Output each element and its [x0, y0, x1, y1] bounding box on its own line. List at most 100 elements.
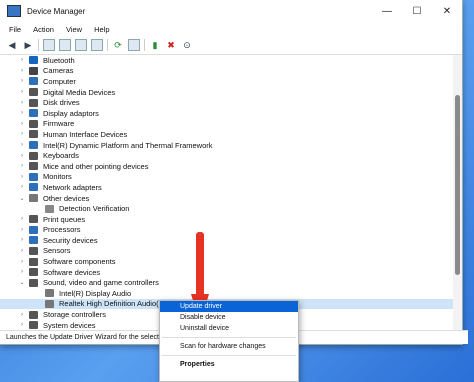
device-category[interactable]: › Processors [0, 225, 453, 236]
menu-divider [162, 355, 296, 356]
chevron-icon[interactable]: › [18, 131, 26, 137]
device-icon [45, 204, 54, 213]
chevron-icon[interactable]: › [18, 237, 26, 243]
device-label: Print queues [43, 214, 86, 224]
scan-hardware-icon[interactable] [128, 39, 140, 51]
device-category[interactable]: › Display adaptors [0, 108, 453, 119]
device-category[interactable]: › Computer [0, 76, 453, 87]
device-category[interactable]: › Monitors [0, 172, 453, 183]
device-category[interactable]: › Print queues [0, 214, 453, 225]
device-category[interactable]: › Keyboards [0, 150, 453, 161]
scrollbar-thumb[interactable] [455, 95, 460, 275]
menu-divider [162, 337, 296, 338]
device-label: Cameras [43, 66, 74, 76]
title-bar[interactable]: Device Manager — ☐ ✕ [0, 0, 462, 22]
device-label: Monitors [43, 172, 72, 182]
show-hide-console-tree-icon[interactable] [43, 39, 55, 51]
device-icon [29, 119, 38, 128]
chevron-icon[interactable]: › [18, 174, 26, 180]
device-icon [29, 130, 38, 139]
toolbar-separator [144, 39, 145, 51]
properties-menu-item[interactable]: Properties [160, 359, 298, 370]
device-category[interactable]: › Digital Media Devices [0, 87, 453, 98]
chevron-icon[interactable]: ⌄ [18, 279, 26, 286]
chevron-icon[interactable]: › [18, 259, 26, 265]
update-driver-menu-item[interactable]: Update driver [160, 301, 298, 312]
toolbar-separator [38, 39, 39, 51]
maximize-button[interactable]: ☐ [402, 6, 432, 17]
device-category[interactable]: › Human Interface Devices [0, 129, 453, 140]
vertical-scrollbar[interactable] [453, 55, 462, 331]
chevron-icon[interactable]: › [18, 163, 26, 169]
chevron-icon[interactable]: › [18, 68, 26, 74]
device-category[interactable]: › Mice and other pointing devices [0, 161, 453, 172]
minimize-button[interactable]: — [372, 6, 402, 17]
window-title: Device Manager [27, 6, 86, 16]
enable-device-icon[interactable]: ▮ [149, 39, 161, 51]
device-tree[interactable]: › Bluetooth › Cameras › Computer › Digital Medi… [0, 55, 453, 331]
device-category[interactable]: › Disk drives [0, 97, 453, 108]
device-category[interactable]: › Network adapters [0, 182, 453, 193]
device-category[interactable]: ⌄ Sound, video and game controllers [0, 277, 453, 288]
device-category[interactable]: › Intel(R) Dynamic Platform and Thermal F… [0, 140, 453, 151]
close-button[interactable]: ✕ [432, 6, 462, 17]
device-label: Human Interface Devices [43, 129, 128, 139]
chevron-icon[interactable]: › [18, 216, 26, 222]
device-icon [29, 151, 38, 160]
device-label: Storage controllers [43, 310, 106, 320]
help-icon[interactable] [75, 39, 87, 51]
device-label: Computer [43, 76, 76, 86]
menu-file[interactable]: File [4, 25, 28, 34]
device-category[interactable]: › Firmware [0, 119, 453, 130]
chevron-icon[interactable]: ⌄ [18, 195, 26, 202]
chevron-icon[interactable]: › [18, 89, 26, 95]
chevron-icon[interactable]: › [18, 184, 26, 190]
chevron-icon[interactable]: › [18, 312, 26, 318]
chevron-icon[interactable]: › [18, 322, 26, 328]
device-label: Digital Media Devices [43, 87, 116, 97]
chevron-icon[interactable]: › [18, 57, 26, 63]
properties-icon[interactable] [59, 39, 71, 51]
device-item[interactable]: Intel(R) Display Audio [0, 288, 453, 299]
disable-device-menu-item[interactable]: Disable device [160, 312, 298, 323]
device-item[interactable]: Detection Verification [0, 203, 453, 214]
chevron-icon[interactable]: › [18, 121, 26, 127]
device-icon [29, 172, 38, 181]
device-category[interactable]: › Security devices [0, 235, 453, 246]
device-icon [29, 77, 38, 86]
scan-hardware-menu-item[interactable]: Scan for hardware changes [160, 341, 298, 352]
device-icon [29, 268, 38, 277]
device-label: Firmware [43, 119, 75, 129]
device-category[interactable]: › Software components [0, 256, 453, 267]
menu-view[interactable]: View [61, 25, 89, 34]
chevron-icon[interactable]: › [18, 142, 26, 148]
device-icon [29, 109, 38, 118]
device-icon [29, 66, 38, 75]
chevron-icon[interactable]: › [18, 227, 26, 233]
chevron-icon[interactable]: › [18, 110, 26, 116]
uninstall-device-menu-item[interactable]: Uninstall device [160, 323, 298, 334]
device-icon [29, 98, 38, 107]
device-category[interactable]: › Software devices [0, 267, 453, 278]
device-label: Bluetooth [43, 55, 75, 65]
chevron-icon[interactable]: › [18, 269, 26, 275]
menu-action[interactable]: Action [28, 25, 61, 34]
update-driver-icon[interactable]: ⟳ [112, 39, 124, 51]
device-icon [29, 257, 38, 266]
device-category[interactable]: › Cameras [0, 66, 453, 77]
forward-icon[interactable]: ▶ [22, 39, 34, 51]
device-category[interactable]: › Sensors [0, 246, 453, 257]
device-label: Sound, video and game controllers [43, 278, 159, 288]
action-pane-icon[interactable] [91, 39, 103, 51]
chevron-icon[interactable]: › [18, 153, 26, 159]
uninstall-icon[interactable]: ✖ [165, 39, 177, 51]
device-category[interactable]: › Bluetooth [0, 55, 453, 66]
disable-device-icon[interactable]: ⊙ [181, 39, 193, 51]
chevron-icon[interactable]: › [18, 248, 26, 254]
chevron-icon[interactable]: › [18, 78, 26, 84]
device-category[interactable]: ⌄ Other devices [0, 193, 453, 204]
back-icon[interactable]: ◀ [6, 39, 18, 51]
toolbar-separator [107, 39, 108, 51]
chevron-icon[interactable]: › [18, 100, 26, 106]
menu-help[interactable]: Help [89, 25, 116, 34]
